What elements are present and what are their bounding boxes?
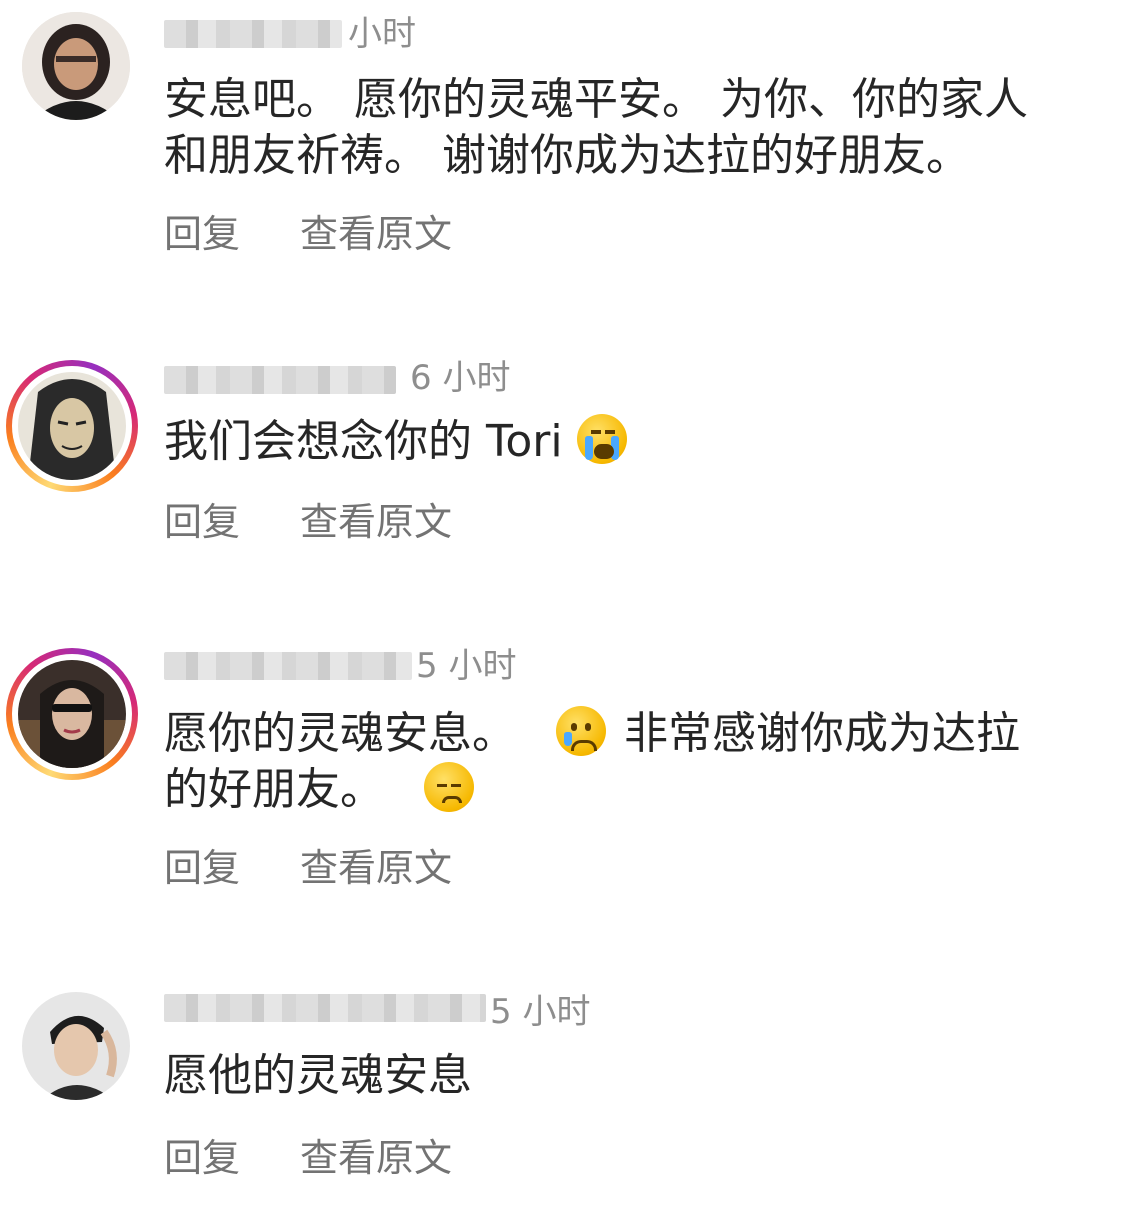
pensive-face-icon (424, 762, 474, 812)
avatar-image (18, 660, 126, 768)
username-blurred[interactable] (164, 652, 412, 680)
comment-text: 愿他的灵魂安息 (164, 1050, 472, 1101)
see-original-button[interactable]: 查看原文 (300, 212, 452, 256)
avatar[interactable] (6, 648, 138, 780)
username-blurred[interactable] (164, 994, 486, 1022)
comment-actions: 回复 查看原文 (164, 212, 452, 256)
comment-text: 安息吧。 愿你的灵魂平安。 为你、你的家人 和朋友祈祷。 谢谢你成为达拉的好朋友… (164, 74, 1028, 181)
loudly-crying-face-icon (576, 414, 627, 464)
comment-text: 我们会想念你的 Tori (164, 414, 1114, 470)
avatar-image (18, 372, 126, 480)
comment-actions: 回复 查看原文 (164, 846, 452, 890)
comment-time: 5 小时 (490, 992, 591, 1032)
comment-time: 5 小时 (416, 646, 517, 686)
reply-button[interactable]: 回复 (164, 212, 240, 256)
see-original-button[interactable]: 查看原文 (300, 846, 452, 890)
comment-text-line2: 的好朋友。 (164, 764, 384, 815)
username-blurred[interactable] (164, 366, 396, 394)
avatar-image (22, 12, 130, 120)
avatar[interactable] (22, 12, 130, 120)
crying-face-icon (556, 706, 606, 756)
see-original-button[interactable]: 查看原文 (300, 1136, 452, 1180)
avatar-image (22, 992, 130, 1100)
see-original-button[interactable]: 查看原文 (300, 500, 452, 544)
reply-button[interactable]: 回复 (164, 500, 240, 544)
avatar[interactable] (6, 360, 138, 492)
username-blurred[interactable] (164, 20, 342, 48)
comment-actions: 回复 查看原文 (164, 500, 452, 544)
comment-time: 小时 (348, 14, 416, 54)
avatar[interactable] (22, 992, 130, 1100)
comment-text-line1: 愿你的灵魂安息。 (164, 708, 516, 759)
comment-text: 愿你的灵魂安息。 非常感谢你成为达拉 的好朋友。 (164, 706, 1114, 818)
reply-button[interactable]: 回复 (164, 1136, 240, 1180)
comment-text-content: 我们会想念你的 Tori (164, 416, 563, 467)
comment-time: 6 小时 (410, 358, 511, 398)
comment-text-line1b: 非常感谢你成为达拉 (624, 708, 1020, 759)
comment-actions: 回复 查看原文 (164, 1136, 452, 1180)
reply-button[interactable]: 回复 (164, 846, 240, 890)
